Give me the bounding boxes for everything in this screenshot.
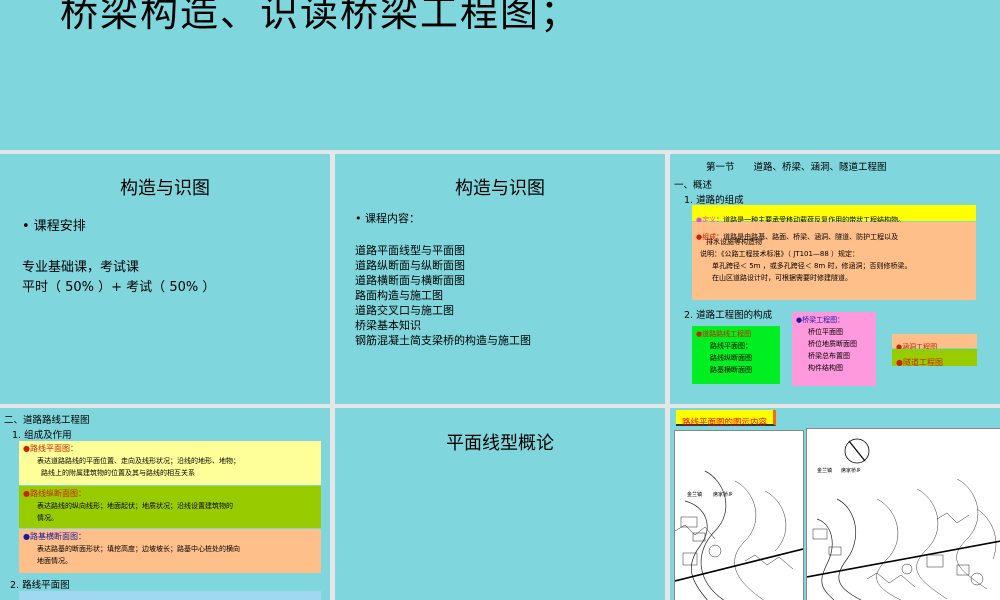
bridge-item: 构件结构图 xyxy=(808,364,843,372)
map-place-4: 席家桥乡 xyxy=(841,468,862,474)
section-overview: 一、概述 xyxy=(674,180,713,191)
plan-view-desc-2: 路线上的附属建筑物的位置及其与路线的相互关系 xyxy=(41,469,195,477)
bridge-drawing-box: ●桥梁工程图： 桥位平面图 桥位地质断面图 桥梁总布置图 构件结构图 xyxy=(792,312,876,386)
plan-view-desc-1: 表达道路路线的平面位置、走向及线形状况；沿线的地形、地物； xyxy=(37,457,240,465)
profile-head: ●路线纵断面图： xyxy=(23,489,86,498)
definition-box: ●定义：道路是一种主要承受移动载荷反复作用的带状工程结构物。 xyxy=(692,205,976,224)
profile-desc-2: 情况。 xyxy=(37,514,58,522)
slide-road-route-drawings[interactable]: 二、道路路线工程图 1. 组成及作用 ●路线平面图： 表达道路路线的平面位置、走… xyxy=(0,408,330,600)
slide-course-content[interactable]: 构造与识图 • 课程内容： 道路平面线型与平面图 道路纵断面与纵断面图 道路横断… xyxy=(335,154,665,404)
note-3: 在山区道路设计时，可根据需要时修建隧道。 xyxy=(712,274,852,282)
cross-section-head: ●路基横断面图： xyxy=(23,532,86,541)
map-place-1: 金兰镇 xyxy=(687,492,703,498)
list-item: 道路横断面与横断面图 xyxy=(355,274,465,287)
road-item: 路基横断面图 xyxy=(710,366,752,374)
slide-plan-map[interactable]: 路线平面图的图示内容 金兰镇 席家桥乡 金兰镇 席家桥乡 xyxy=(670,408,1000,600)
plan-view-box: ●路线平面图： 表达道路路线的平面位置、走向及线形状况；沿线的地形、地物； 路线… xyxy=(19,441,321,485)
slide-title-text: 构造与识图 xyxy=(120,178,210,199)
list-item: 道路平面线型与平面图 xyxy=(355,244,465,257)
slide-road-overview[interactable]: 第一节 道路、桥梁、涵洞、隧道工程图 一、概述 1. 道路的组成 ●定义：道路是… xyxy=(670,154,1000,404)
list-item: 道路交叉口与施工图 xyxy=(355,304,454,317)
road-drawing-box: ●道路路线工程图 路线平面图； 路线纵断面图 路基横断面图 xyxy=(692,326,780,384)
sub-heading-2: 2. 道路工程图的构成 xyxy=(684,310,773,321)
section-route: 二、道路路线工程图 xyxy=(4,415,90,426)
bridge-item: 桥位地质断面图 xyxy=(808,340,857,348)
route-plan-map-left: 金兰镇 席家桥乡 xyxy=(674,430,804,600)
slide-plan-alignment[interactable]: 平面线型概论 xyxy=(335,408,665,600)
grading: 平时（ 50% ）+ 考试（ 50% ） xyxy=(22,280,216,295)
note-1: 说明：《公路工程技术标准》（ JT101—88 ）规定： xyxy=(700,250,860,258)
road-drawing-head: ●道路路线工程图 xyxy=(696,330,752,338)
course-type: 专业基础课，考试课 xyxy=(22,260,140,275)
map-drawing-right xyxy=(807,438,1000,600)
cross-section-box: ●路基横断面图： 表达路基的断面形状；填挖高度；边坡坡长；路基中心桩处的横向 地… xyxy=(19,529,321,573)
list-item: 路面构造与施工图 xyxy=(355,289,443,302)
list-item: 钢筋混凝土简支梁桥的构造与施工图 xyxy=(355,334,531,347)
map-label: 路线平面图的图示内容 xyxy=(682,418,768,428)
slide-course-arrangement[interactable]: 构造与识图 • 课程安排 专业基础课，考试课 平时（ 50% ）+ 考试（ 50… xyxy=(0,154,330,404)
list-item: 道路纵断面与纵断面图 xyxy=(355,259,465,272)
culvert-box: ●涵洞工程图 xyxy=(892,334,977,351)
sub-heading-composition: 1. 组成及作用 xyxy=(12,430,72,441)
content-intro: • 课程内容： xyxy=(355,212,420,225)
road-item: 路线平面图； xyxy=(710,342,752,350)
map-label-box: 路线平面图的图示内容 xyxy=(676,410,777,428)
map-drawing-left xyxy=(675,470,803,600)
tunnel-box: ●隧道工程图 xyxy=(892,349,977,367)
partial-box xyxy=(19,591,321,600)
tunnel-label: ●隧道工程图 xyxy=(896,358,943,367)
slide-title[interactable]: 桥梁构造、识读桥梁工程图； xyxy=(0,0,1000,150)
bridge-drawing-head: ●桥梁工程图： xyxy=(796,316,845,324)
bridge-item: 桥梁总布置图 xyxy=(808,352,850,360)
map-place-2: 席家桥乡 xyxy=(713,492,734,498)
main-title: 桥梁构造、识读桥梁工程图； xyxy=(60,0,581,35)
cross-section-desc-1: 表达路基的断面形状；填挖高度；边坡坡长；路基中心桩处的横向 xyxy=(37,545,240,553)
route-plan-map-right: 金兰镇 席家桥乡 xyxy=(806,428,1000,600)
list-item: 桥梁基本知识 xyxy=(355,319,421,332)
map-place-3: 金兰镇 xyxy=(817,468,833,474)
note-2: 单孔跨径＜ 5m ，或多孔跨径＜ 8m 时，修涵洞；否则修桥梁。 xyxy=(712,262,912,270)
composition-text-2: 排水设施等构造物 xyxy=(706,238,762,246)
sub-heading-1: 1. 道路的组成 xyxy=(684,195,744,206)
bullet-course: • 课程安排 xyxy=(22,219,86,234)
sub-heading-plan: 2. 路线平面图 xyxy=(10,580,70,591)
profile-box: ●路线纵断面图： 表达路线的纵向线形；地面起伏；地质状况；沿线设置建筑物的 情况… xyxy=(19,486,321,528)
slide-title-text: 平面线型概论 xyxy=(446,433,554,454)
bridge-item: 桥位平面图 xyxy=(808,328,843,336)
slide-title-text: 构造与识图 xyxy=(455,178,545,199)
profile-desc-1: 表达路线的纵向线形；地面起伏；地质状况；沿线设置建筑物的 xyxy=(37,502,233,510)
composition-box: ●组成：道路是由路基、路面、桥梁、涵洞、隧道、防护工程以及 排水设施等构造物 说… xyxy=(692,222,976,300)
section-header: 第一节 道路、桥梁、涵洞、隧道工程图 xyxy=(706,162,887,173)
plan-view-head: ●路线平面图： xyxy=(23,444,78,453)
content-list: 道路平面线型与平面图 道路纵断面与纵断面图 道路横断面与横断面图 路面构造与施工… xyxy=(355,243,531,348)
cross-section-desc-2: 地面情况。 xyxy=(37,557,72,565)
road-item: 路线纵断面图 xyxy=(710,354,752,362)
